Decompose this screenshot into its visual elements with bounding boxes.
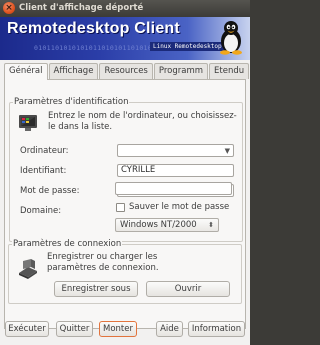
- user-field[interactable]: CYRILLE: [117, 164, 234, 177]
- tab-extended[interactable]: Etendu: [209, 63, 250, 79]
- computer-label: Ordinateur:: [20, 146, 69, 156]
- show-button[interactable]: Monter: [99, 321, 137, 337]
- tux-logo-icon: [220, 21, 242, 55]
- info-button[interactable]: Information: [188, 321, 245, 337]
- password-label: Mot de passe:: [20, 186, 80, 196]
- identification-group-title: Paramètres d'identification: [13, 97, 130, 107]
- window-titlebar: × Client d'affichage déporté: [0, 0, 250, 17]
- identification-description: Entrez le nom de l'ordinateur, ou choisi…: [48, 111, 237, 132]
- user-label: Identifiant:: [20, 166, 67, 176]
- tab-display[interactable]: Affichage: [48, 63, 99, 79]
- save-password-checkbox[interactable]: [116, 203, 125, 212]
- execute-button[interactable]: Exécuter: [5, 321, 49, 337]
- tab-programs[interactable]: Programm: [153, 63, 209, 79]
- close-icon[interactable]: ×: [3, 2, 15, 14]
- chevron-down-icon[interactable]: ▼: [225, 146, 230, 157]
- window-title: Client d'affichage déporté: [19, 3, 144, 13]
- updown-arrows-icon: ⬍: [208, 221, 214, 229]
- os-select[interactable]: Windows NT/2000 ⬍: [115, 218, 219, 232]
- banner-brand: Remotedesktop Client: [7, 20, 180, 37]
- domain-field[interactable]: [115, 182, 232, 195]
- os-selected-value: Windows NT/2000: [120, 220, 197, 230]
- tab-general[interactable]: Général: [4, 63, 48, 80]
- tab-resources[interactable]: Resources: [99, 63, 153, 79]
- quit-button[interactable]: Quitter: [56, 321, 93, 337]
- banner-subtitle: Linux Remotedesktop: [150, 42, 225, 51]
- tab-bar: Général Affichage Resources Programm Ete…: [4, 63, 250, 80]
- banner: 0101101010101011010101101010110101101 Re…: [0, 17, 250, 60]
- save-as-button[interactable]: Enregistrer sous: [54, 281, 138, 297]
- help-button[interactable]: Aide: [156, 321, 183, 337]
- computer-combobox[interactable]: ▼: [117, 144, 234, 157]
- open-button[interactable]: Ouvrir: [146, 281, 230, 297]
- computer-icon: [19, 115, 37, 131]
- domain-label: Domaine:: [20, 206, 62, 216]
